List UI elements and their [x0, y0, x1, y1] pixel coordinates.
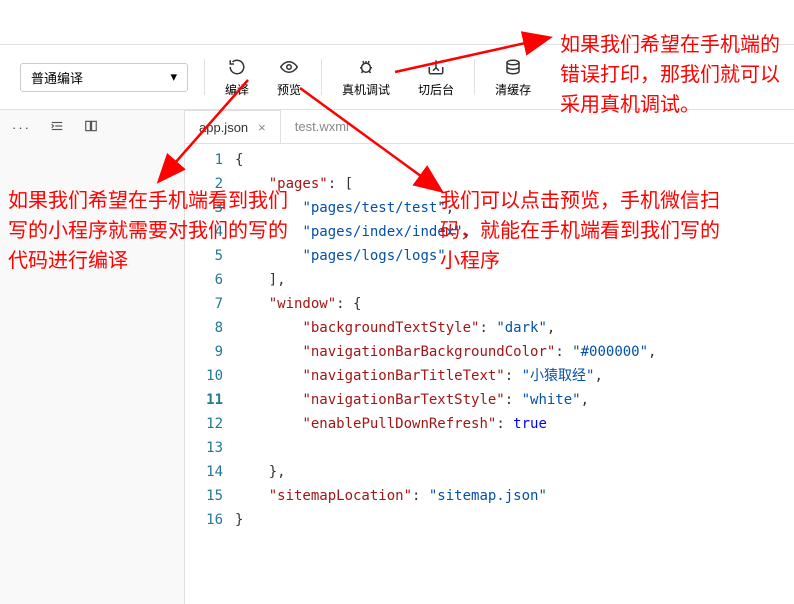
background-icon	[427, 57, 445, 77]
code-line: },	[235, 460, 794, 484]
eye-icon	[279, 57, 299, 77]
indent-icon[interactable]	[49, 119, 65, 136]
compile-mode-label: 普通编译	[31, 68, 83, 87]
tab-app-json[interactable]: app.json ×	[185, 110, 281, 143]
code-line: "navigationBarTextStyle": "white",	[235, 388, 794, 412]
chevron-down-icon: ▾	[170, 69, 177, 85]
annotation-debug: 如果我们希望在手机端的错误打印，那我们就可以采用真机调试。	[560, 30, 790, 120]
close-icon[interactable]: ×	[258, 120, 266, 135]
tab-label: app.json	[199, 120, 248, 135]
annotation-preview: 我们可以点击预览，手机微信扫码，就能在手机端看到我们写的小程序	[440, 186, 720, 276]
cache-icon	[504, 57, 522, 77]
background-button[interactable]: 切后台	[404, 53, 468, 102]
bug-icon	[356, 57, 376, 77]
code-line	[235, 436, 794, 460]
code-line: "navigationBarTitleText": "小猿取经",	[235, 364, 794, 388]
code-line: "window": {	[235, 292, 794, 316]
code-line: {	[235, 148, 794, 172]
compile-icon	[228, 57, 246, 77]
code-line: "sitemapLocation": "sitemap.json"	[235, 484, 794, 508]
code-line: "navigationBarBackgroundColor": "#000000…	[235, 340, 794, 364]
debug-button[interactable]: 真机调试	[328, 53, 404, 102]
split-icon[interactable]	[83, 119, 99, 136]
tab-label: test.wxml	[295, 119, 349, 134]
sidebar: ···	[0, 110, 185, 604]
code-line: }	[235, 508, 794, 532]
code-line: "backgroundTextStyle": "dark",	[235, 316, 794, 340]
tab-test-wxml[interactable]: test.wxml	[281, 110, 363, 143]
annotation-compile: 如果我们希望在手机端看到我们写的小程序就需要对我们的写的代码进行编译	[8, 186, 288, 276]
compile-mode-select[interactable]: 普通编译 ▾	[20, 63, 188, 92]
more-icon[interactable]: ···	[12, 120, 31, 135]
preview-button[interactable]: 预览	[263, 53, 315, 102]
compile-button[interactable]: 编译	[211, 53, 263, 102]
code-line: "enablePullDownRefresh": true	[235, 412, 794, 436]
clear-cache-button[interactable]: 清缓存	[481, 53, 545, 102]
